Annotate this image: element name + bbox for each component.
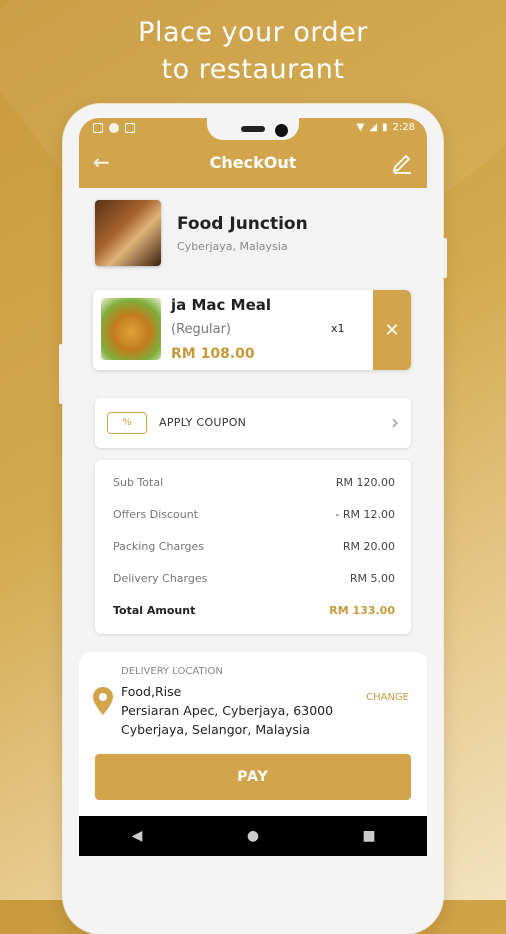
item-quantity: x1 [331, 322, 345, 335]
summary-row-discount: Offers Discount - RM 12.00 [113, 508, 395, 521]
restaurant-header: Food Junction Cyberjaya, Malaysia [95, 200, 415, 270]
status-time: 2:28 [392, 122, 415, 133]
remove-item-button[interactable]: ✕ [373, 290, 411, 370]
notification-icon [109, 123, 119, 133]
nav-home-icon[interactable]: ● [238, 828, 268, 844]
pencil-icon[interactable] [391, 150, 413, 174]
front-camera [275, 124, 288, 137]
signal-icon: ◢ [369, 122, 378, 133]
promo-headline: Place your order to restaurant [0, 14, 506, 88]
promo-line-1: Place your order [138, 17, 368, 48]
summary-value: RM 5.00 [349, 572, 395, 585]
summary-row-packing: Packing Charges RM 20.00 [113, 540, 395, 553]
app-bar: ← CheckOut [79, 140, 427, 188]
summary-row-subtotal: Sub Total RM 120.00 [113, 476, 395, 489]
summary-value: - RM 12.00 [335, 508, 395, 521]
speaker [241, 126, 265, 132]
screen: ▼ ◢ ▮ 2:28 ← CheckOut Food Junction Cybe… [79, 118, 427, 856]
summary-row-delivery: Delivery Charges RM 5.00 [113, 572, 395, 585]
item-image [101, 298, 161, 360]
chevron-right-icon: › [391, 410, 399, 434]
nav-recents-icon[interactable]: ■ [354, 828, 384, 844]
nav-back-icon[interactable]: ◀ [122, 828, 152, 844]
restaurant-name: Food Junction [177, 214, 308, 234]
phone-frame: ▼ ◢ ▮ 2:28 ← CheckOut Food Junction Cybe… [59, 104, 447, 934]
system-nav-bar: ◀ ● ■ [79, 816, 427, 856]
sd-card-icon [125, 123, 135, 133]
page-title: CheckOut [209, 153, 297, 172]
change-address-button[interactable]: CHANGE [366, 692, 409, 703]
status-icons-right: ▼ ◢ ▮ 2:28 [357, 122, 415, 133]
delivery-address: Food,Rise Persiaran Apec, Cyberjaya, 630… [121, 684, 334, 737]
summary-value: RM 20.00 [342, 540, 395, 553]
battery-icon: ▮ [382, 122, 388, 133]
promo-line-2: to restaurant [161, 54, 345, 85]
summary-label: Offers Discount [113, 508, 199, 521]
cart-item-card[interactable]: ja Mac Meal (Regular) x1 RM 108.00 ✕ [93, 290, 411, 370]
restaurant-location: Cyberjaya, Malaysia [177, 240, 288, 253]
location-pin-icon [93, 687, 113, 715]
volume-button [443, 238, 447, 278]
pay-button[interactable]: PAY [95, 754, 411, 800]
status-icons-left [93, 123, 135, 133]
summary-label: Sub Total [113, 476, 164, 489]
summary-row-total: Total Amount RM 133.00 [113, 604, 395, 617]
coupon-icon: % [107, 412, 147, 434]
summary-label: Delivery Charges [113, 572, 208, 585]
wifi-icon: ▼ [356, 122, 365, 133]
gallery-icon [93, 123, 103, 133]
item-name: ja Mac Meal [171, 296, 272, 314]
item-variant: (Regular) [171, 322, 232, 337]
item-price: RM 108.00 [171, 346, 255, 362]
summary-label: Packing Charges [113, 540, 205, 553]
close-icon: ✕ [384, 319, 400, 341]
bill-summary: Sub Total RM 120.00 Offers Discount - RM… [95, 460, 411, 634]
delivery-label: DELIVERY LOCATION [121, 666, 223, 677]
summary-value: RM 120.00 [335, 476, 395, 489]
side-button [59, 344, 63, 404]
restaurant-image [95, 200, 161, 266]
apply-coupon-button[interactable]: % APPLY COUPON › [95, 398, 411, 448]
coupon-label: APPLY COUPON [159, 416, 247, 429]
total-value: RM 133.00 [329, 604, 395, 617]
total-label: Total Amount [113, 604, 196, 617]
